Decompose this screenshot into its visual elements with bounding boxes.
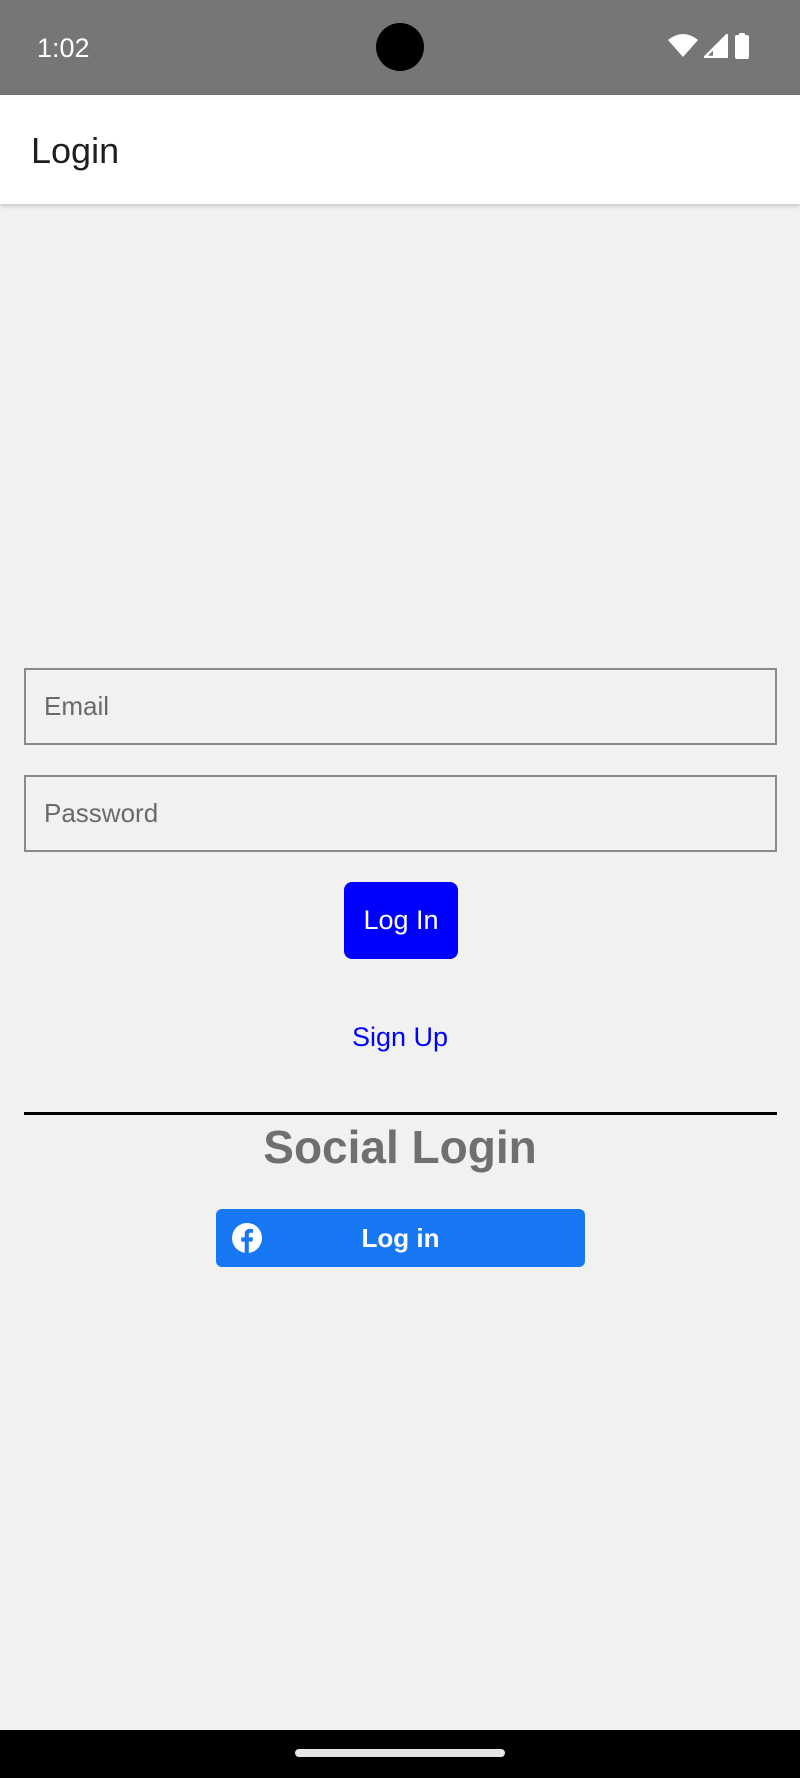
camera-cutout (376, 23, 424, 71)
wifi-icon (668, 34, 698, 58)
login-button[interactable]: Log In (344, 882, 458, 959)
page-title: Login (31, 130, 120, 171)
signup-link[interactable]: Sign Up (0, 1019, 800, 1055)
app-bar: Login (0, 95, 800, 204)
email-field[interactable] (24, 668, 777, 745)
divider (24, 1112, 777, 1115)
status-time: 1:02 (37, 33, 90, 63)
login-screen: 1:02 Login Email Log In Sign Up Social L… (0, 0, 800, 1778)
facebook-login-button[interactable]: Log in (216, 1209, 585, 1267)
social-login-heading: Social Login (263, 1121, 537, 1173)
status-bar: 1:02 (0, 0, 800, 95)
battery-icon (734, 33, 750, 59)
navigation-bar (0, 1730, 800, 1778)
password-field[interactable] (24, 775, 777, 852)
facebook-login-label: Log in (361, 1223, 440, 1253)
status-icons (668, 33, 750, 59)
signal-icon (704, 34, 728, 58)
home-indicator[interactable] (295, 1749, 505, 1757)
